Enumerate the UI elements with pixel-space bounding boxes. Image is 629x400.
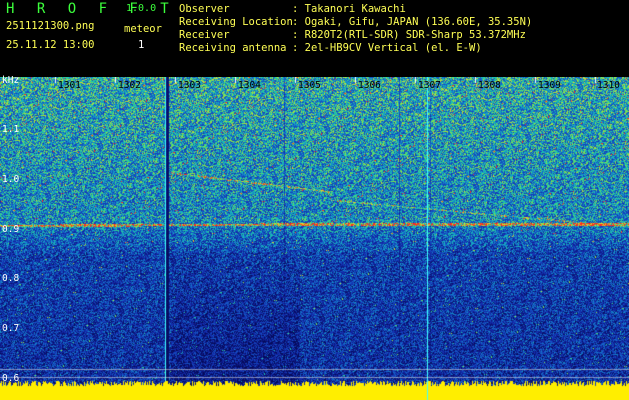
time-tick-1310: 1310 [597, 80, 620, 91]
receiver-key: Receiver [179, 29, 230, 41]
meteor-count-value: 1 [138, 39, 145, 51]
antenna-value: : 2el-HB9CV Vertical (el. E-W) [292, 42, 482, 54]
datetime-label: 25.11.12 13:00 [6, 39, 95, 51]
y-tick-0-9: 0.9 [2, 224, 20, 235]
filename-label: 2511121300.png [6, 20, 95, 32]
time-tick-1308: 1308 [478, 80, 501, 91]
y-tick-1-1: 1.1 [2, 124, 20, 135]
time-tick-1306: 1306 [358, 80, 381, 91]
observer-key: Observer [179, 3, 230, 15]
y-tick-0-6: 0.6 [2, 373, 20, 384]
location-key: Receiving Location [179, 16, 293, 28]
app-version: 1.0.0 [126, 3, 157, 14]
receiver-value: : R820T2(RTL-SDR) SDR-Sharp 53.372MHz [292, 29, 526, 41]
observer-value: : Takanori Kawachi [292, 3, 406, 15]
time-tick-1307: 1307 [418, 80, 441, 91]
y-axis-unit: kHz [2, 75, 20, 86]
time-tick-1301: 1301 [58, 80, 81, 91]
time-tick-1304: 1304 [238, 80, 261, 91]
y-tick-0-8: 0.8 [2, 273, 20, 284]
time-tick-1305: 1305 [298, 80, 321, 91]
time-tick-1303: 1303 [178, 80, 201, 91]
y-tick-0-7: 0.7 [2, 323, 20, 334]
antenna-key: Receiving antenna [179, 42, 287, 54]
header-panel: H R O F F T 1.0.0 2511121300.png meteor … [0, 0, 629, 75]
spectrogram-waterfall [0, 77, 629, 400]
time-tick-1302: 1302 [118, 80, 141, 91]
time-tick-1309: 1309 [538, 80, 561, 91]
y-tick-1-0: 1.0 [2, 174, 20, 185]
meteor-count-label: meteor [124, 23, 162, 35]
location-value: : Ogaki, Gifu, JAPAN (136.60E, 35.35N) [292, 16, 533, 28]
